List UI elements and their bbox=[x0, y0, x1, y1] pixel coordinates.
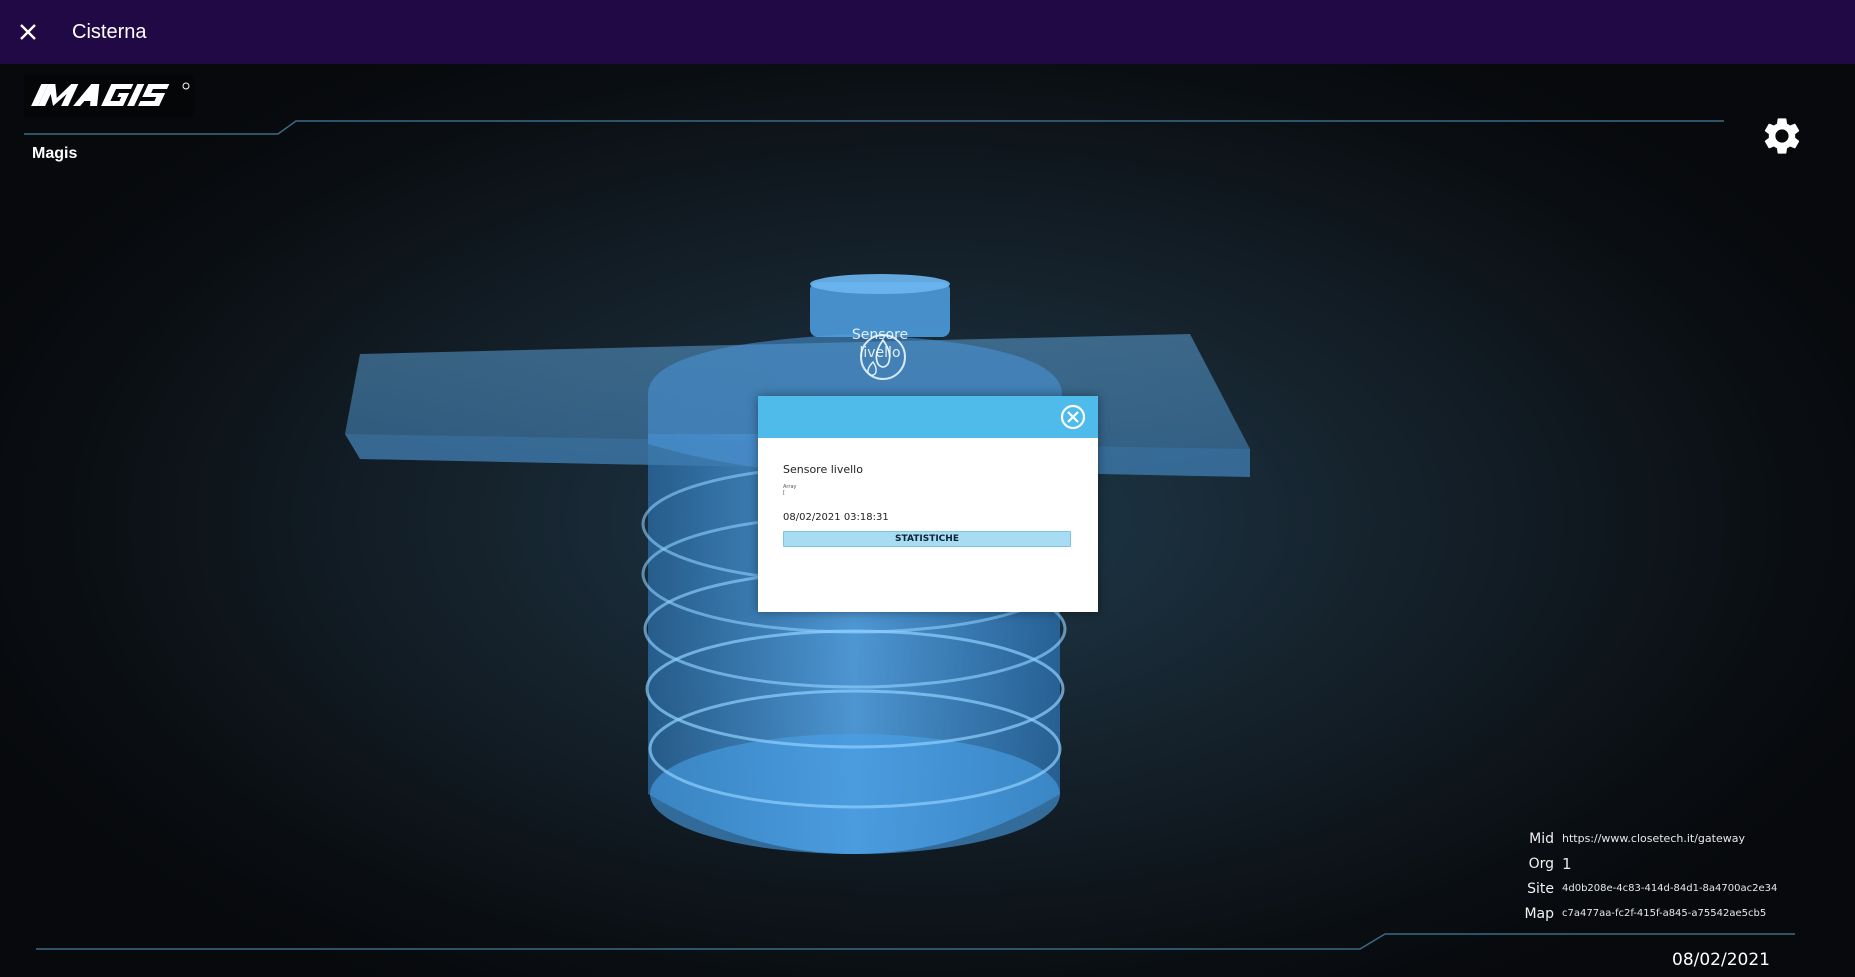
close-circle-icon bbox=[1060, 404, 1086, 430]
connection-info: Mid https://www.closetech.it/gateway Org… bbox=[1508, 826, 1777, 926]
mid-label: Mid bbox=[1529, 830, 1554, 847]
statistics-button[interactable]: STATISTICHE bbox=[783, 531, 1071, 547]
sensor-name: Sensore livello bbox=[783, 463, 863, 476]
info-row-site: Site 4d0b208e-4c83-414d-84d1-8a4700ac2e3… bbox=[1508, 876, 1777, 901]
mid-value: https://www.closetech.it/gateway bbox=[1562, 832, 1745, 845]
sensor-timestamp: 08/02/2021 03:18:31 bbox=[783, 512, 889, 523]
close-icon bbox=[20, 24, 36, 40]
title-bar: Cisterna bbox=[0, 0, 1855, 64]
sensor-value: [ bbox=[783, 490, 785, 496]
info-row-map: Map c7a477aa-fc2f-415f-a845-a75542ae5cb5 bbox=[1508, 901, 1777, 926]
sensor-3d-label[interactable]: Sensore livello bbox=[840, 326, 920, 362]
popup-header bbox=[758, 396, 1098, 438]
map-label: Map bbox=[1524, 905, 1554, 922]
sensor-label-line1: Sensore bbox=[851, 327, 909, 343]
sensor-label-line2: livello bbox=[859, 345, 901, 361]
window-title: Cisterna bbox=[72, 20, 147, 43]
site-value: 4d0b208e-4c83-414d-84d1-8a4700ac2e34 bbox=[1562, 883, 1778, 894]
popup-close-button[interactable] bbox=[1059, 403, 1087, 431]
settings-button[interactable] bbox=[1760, 114, 1804, 158]
org-label: Org bbox=[1528, 855, 1554, 872]
site-label: Site bbox=[1527, 880, 1554, 897]
gear-icon bbox=[1764, 118, 1800, 154]
viewport-3d[interactable]: Magis Sensore livello Sensore livello Ar… bbox=[0, 64, 1855, 977]
info-row-org: Org 1 bbox=[1508, 851, 1777, 876]
brand-label: Magis bbox=[32, 145, 78, 162]
magis-logo-mark bbox=[31, 82, 190, 106]
map-value: c7a477aa-fc2f-415f-a845-a75542ae5cb5 bbox=[1562, 908, 1767, 919]
close-window-button[interactable] bbox=[0, 0, 56, 64]
footer-date: 08/02/2021 bbox=[1672, 950, 1770, 970]
sensor-popup: Sensore livello Array [ 08/02/2021 03:18… bbox=[758, 396, 1098, 612]
info-row-mid: Mid https://www.closetech.it/gateway bbox=[1508, 826, 1777, 851]
org-value: 1 bbox=[1562, 854, 1572, 873]
magis-logo bbox=[24, 74, 194, 118]
